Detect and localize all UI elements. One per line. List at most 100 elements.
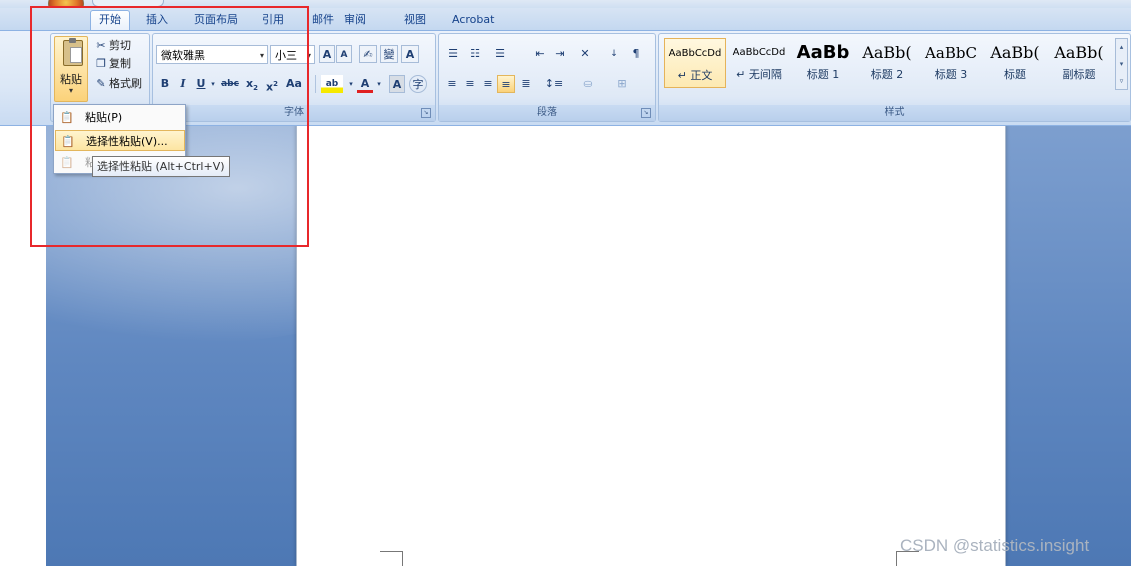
font-color-icon[interactable]: A xyxy=(357,75,373,93)
distributed-icon[interactable]: ≣ xyxy=(517,75,535,93)
numbering-icon[interactable]: ☷ xyxy=(465,45,485,63)
bullets-icon[interactable]: ☰ xyxy=(443,45,463,63)
document-page[interactable] xyxy=(296,124,1006,566)
sort-icon[interactable]: ↓ xyxy=(605,45,623,63)
tab-view[interactable]: 视图 xyxy=(396,11,434,29)
copy-button[interactable]: ❐ 复制 xyxy=(93,55,131,73)
style-sample: AaBb( xyxy=(1054,43,1104,62)
clipboard-icon xyxy=(63,38,83,66)
menu-item-paste[interactable]: 📋 粘贴(P) xyxy=(55,107,185,128)
asian-layout-icon[interactable]: ✕ xyxy=(571,45,599,63)
strikethrough-icon[interactable]: abc xyxy=(219,75,241,93)
font-size-value: 小三 xyxy=(275,49,297,62)
underline-icon[interactable]: U xyxy=(193,75,209,93)
highlighter-icon[interactable]: ab xyxy=(321,75,343,93)
menu-item-paste-special[interactable]: 📋 选择性粘贴(V)... xyxy=(55,130,185,151)
cut-button[interactable]: ✂ 剪切 xyxy=(93,37,131,55)
tab-acrobat[interactable]: Acrobat xyxy=(444,11,502,29)
watermark: CSDN @statistics.insight xyxy=(900,536,1090,555)
brush-icon: ✎ xyxy=(96,77,106,90)
cut-label: 剪切 xyxy=(109,39,131,52)
tab-review[interactable]: 审阅 xyxy=(336,11,374,29)
font-group-label: 字体 xyxy=(153,105,435,121)
shading-icon[interactable]: ⛀ xyxy=(573,75,603,93)
decrease-indent-icon[interactable]: ⇤ xyxy=(531,45,549,63)
style-sample: AaBbCcDd xyxy=(668,48,722,59)
title-bar xyxy=(0,0,1131,8)
menu-item-label: 粘贴(P) xyxy=(85,111,123,124)
char-border-icon[interactable]: A xyxy=(401,45,419,63)
change-case-icon[interactable]: Aa xyxy=(283,75,305,93)
paste-special-icon: 📋 xyxy=(61,135,75,148)
menu-item-label: 选择性粘贴(V)... xyxy=(86,135,168,148)
borders-icon[interactable]: ⊞ xyxy=(607,75,637,93)
tab-insert[interactable]: 插入 xyxy=(138,11,176,29)
style-sample: AaBb xyxy=(796,42,850,63)
tab-page-layout[interactable]: 页面布局 xyxy=(186,11,246,29)
styles-group-label: 样式 xyxy=(659,105,1130,121)
style-heading-2[interactable]: AaBb( 标题 2 xyxy=(856,38,918,88)
style-sample: AaBbCcDd xyxy=(732,47,786,58)
superscript-icon[interactable]: x2 xyxy=(263,75,281,94)
chevron-down-icon[interactable]: ▾ xyxy=(375,75,383,93)
copy-label: 复制 xyxy=(109,57,131,70)
increase-indent-icon[interactable]: ⇥ xyxy=(551,45,569,63)
style-subtitle[interactable]: AaBb( 副标题 xyxy=(1048,38,1110,88)
quick-access-toolbar[interactable] xyxy=(92,0,164,7)
style-name: ↵ 正文 xyxy=(677,69,713,82)
style-name: ↵ 无间隔 xyxy=(736,68,782,81)
style-no-spacing[interactable]: AaBbCcDd ↵ 无间隔 xyxy=(728,38,790,88)
style-sample: AaBb( xyxy=(862,43,912,62)
scissors-icon: ✂ xyxy=(96,39,106,52)
shrink-font-icon[interactable]: A xyxy=(336,45,352,63)
paste-icon: 📋 xyxy=(60,111,74,124)
styles-gallery-scroll[interactable]: ▴ ▾ ▿ xyxy=(1115,38,1128,90)
line-spacing-icon[interactable]: ↕≡ xyxy=(541,75,567,93)
style-sample: AaBb( xyxy=(990,43,1040,62)
dialog-launcher-icon[interactable]: ↘ xyxy=(641,108,651,118)
align-center-icon[interactable]: ≡ xyxy=(461,75,479,93)
style-normal[interactable]: AaBbCcDd ↵ 正文 xyxy=(664,38,726,88)
font-name-combo[interactable]: 微软雅黑 ▾ xyxy=(156,45,268,64)
justify-icon[interactable]: ≡ xyxy=(497,75,515,93)
paragraph-group: ☰ ☷ ☰ ⇤ ⇥ ✕ ↓ ¶ ≡ ≡ ≡ ≡ ≣ ↕≡ ⛀ ⊞ 段落 ↘ xyxy=(438,33,656,122)
align-left-icon[interactable]: ≡ xyxy=(443,75,461,93)
chevron-down-icon[interactable]: ▾ xyxy=(347,75,355,93)
font-group: 微软雅黑 ▾ 小三 ▾ A A ✍ 變 A B I U ▾ abc x2 x2 Aa… xyxy=(152,33,436,122)
paste-link-icon: 📋 xyxy=(60,156,74,169)
paste-label: 粘贴 xyxy=(60,73,82,86)
style-title[interactable]: AaBb( 标题 xyxy=(984,38,1046,88)
subscript-icon[interactable]: x2 xyxy=(243,75,261,93)
multilevel-list-icon[interactable]: ☰ xyxy=(489,45,511,63)
style-sample: AaBbC xyxy=(925,44,977,62)
tooltip: 选择性粘贴 (Alt+Ctrl+V) xyxy=(92,156,230,177)
paragraph-group-label: 段落 xyxy=(439,105,655,121)
dialog-launcher-icon[interactable]: ↘ xyxy=(421,108,431,118)
show-marks-icon[interactable]: ¶ xyxy=(627,45,645,63)
grow-font-icon[interactable]: A xyxy=(319,45,335,63)
tab-references[interactable]: 引用 xyxy=(254,11,292,29)
tab-home[interactable]: 开始 xyxy=(90,10,130,31)
enclose-char-icon[interactable]: 字 xyxy=(409,75,427,93)
chevron-down-icon: ▾ xyxy=(68,86,73,95)
paste-button[interactable]: 粘贴 ▾ xyxy=(54,36,88,102)
phonetic-guide-icon[interactable]: 變 xyxy=(380,45,398,63)
chevron-down-icon[interactable]: ▾ xyxy=(209,75,217,93)
bold-icon[interactable]: B xyxy=(157,75,173,93)
margin-mark-left xyxy=(380,551,403,566)
char-shading-icon[interactable]: A xyxy=(389,75,405,93)
align-right-icon[interactable]: ≡ xyxy=(479,75,497,93)
ribbon-tab-bar: 开始 插入 页面布局 引用 邮件 审阅 视图 Acrobat xyxy=(0,8,1131,31)
copy-icon: ❐ xyxy=(96,57,106,70)
style-name: 标题 1 xyxy=(806,68,840,81)
format-painter-label: 格式刷 xyxy=(109,77,142,90)
format-painter-button[interactable]: ✎ 格式刷 xyxy=(93,75,142,93)
style-name: 标题 2 xyxy=(870,68,904,81)
style-heading-1[interactable]: AaBb 标题 1 xyxy=(792,38,854,88)
clear-format-icon[interactable]: ✍ xyxy=(359,45,377,63)
style-name: 标题 xyxy=(1004,68,1026,81)
style-name: 副标题 xyxy=(1062,68,1096,81)
font-size-combo[interactable]: 小三 ▾ xyxy=(270,45,315,64)
style-heading-3[interactable]: AaBbC 标题 3 xyxy=(920,38,982,88)
italic-icon[interactable]: I xyxy=(175,75,191,93)
